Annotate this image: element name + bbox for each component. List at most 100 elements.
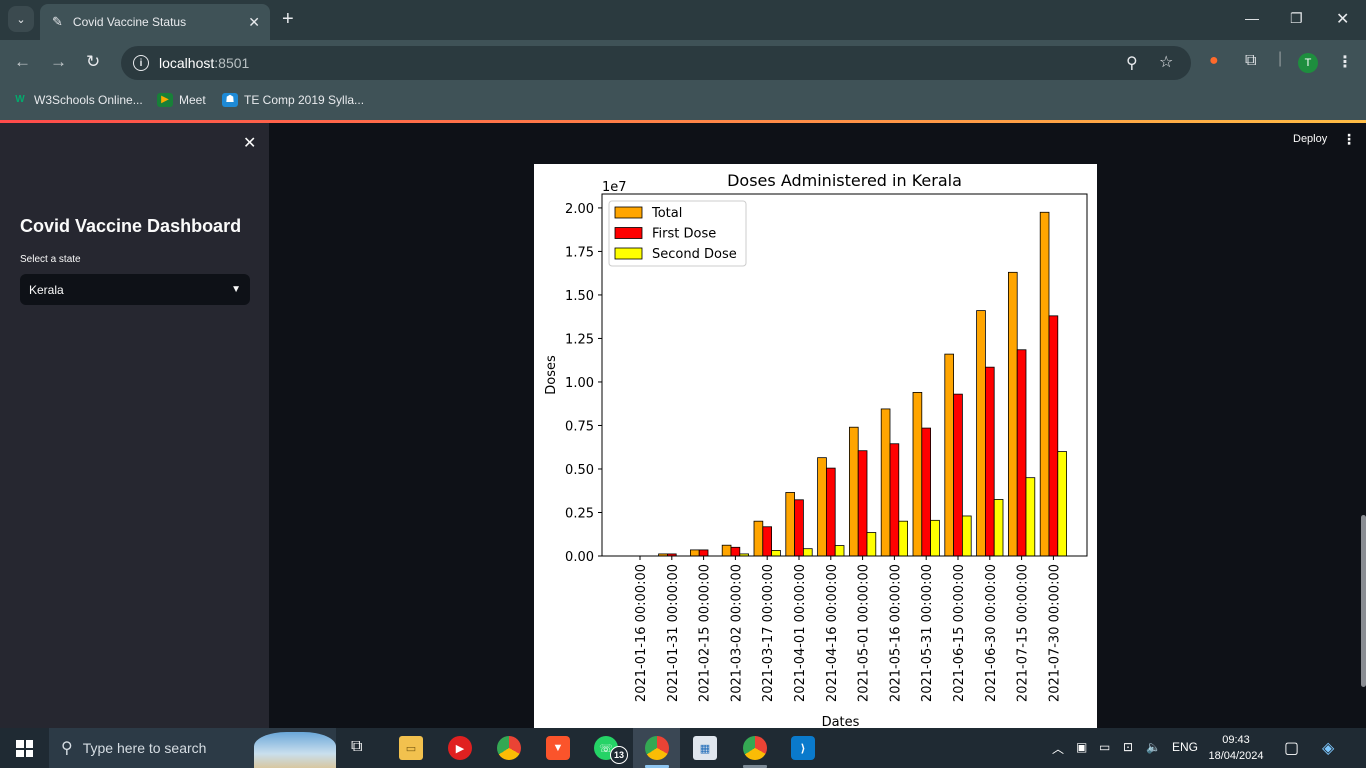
chart-figure: Doses Administered in Kerala 1e7 0.00 0.25 0… <box>534 164 1097 728</box>
x-tick-label: 2021-05-01 00:00:00 <box>857 564 872 702</box>
meet-now-icon[interactable]: ▣ <box>1076 740 1087 754</box>
chrome-profile-icon[interactable] <box>645 736 669 760</box>
bookmark-label: Meet <box>179 93 206 107</box>
bar-first-dose <box>921 427 931 557</box>
file-explorer-icon[interactable]: ▭ <box>399 736 423 760</box>
profile-avatar[interactable]: T <box>1298 53 1318 73</box>
bar-first-dose <box>825 467 836 557</box>
sidebar: ✕ Covid Vaccine Dashboard Select a state… <box>0 123 269 728</box>
bar-first-dose <box>1016 349 1027 557</box>
photos-icon[interactable]: ▦ <box>693 736 717 760</box>
site-info-icon[interactable]: i <box>133 55 149 71</box>
reload-icon[interactable]: ↻ <box>86 52 100 72</box>
chrome-icon[interactable] <box>497 736 521 760</box>
restore-icon[interactable]: ❐ <box>1290 10 1303 27</box>
bookmark-star-icon[interactable]: ☆ <box>1159 52 1173 72</box>
sidebar-close-icon[interactable]: ✕ <box>243 133 256 153</box>
browser-menu-icon[interactable]: ⋮ <box>1337 52 1353 72</box>
new-tab-icon[interactable]: + <box>282 8 294 31</box>
sidebar-title: Covid Vaccine Dashboard <box>20 216 242 236</box>
x-tick-label: 2021-05-16 00:00:00 <box>888 564 903 702</box>
legend-swatch <box>614 206 643 219</box>
taskbar: ⚲ Type here to search ⧉ ▭ ▶ ▼ ☏ 13 ▦ ⟩ ︿… <box>0 728 1366 768</box>
x-tick-label: 2021-07-15 00:00:00 <box>1016 564 1031 702</box>
bar-first-dose <box>1048 315 1059 557</box>
x-tick-label: 2021-01-31 00:00:00 <box>666 564 681 702</box>
back-arrow-icon[interactable]: ← <box>14 52 31 72</box>
chart-offset-label: 1e7 <box>602 180 627 195</box>
browser-toolbar: ← → ↻ i localhost :8501 ⚲ ☆ ● ⧉ | <box>0 40 1366 86</box>
address-bar[interactable]: i localhost :8501 <box>121 46 1191 80</box>
y-tick-label: 0.25 <box>565 506 594 521</box>
whatsapp-badge: 13 <box>610 746 628 764</box>
browser-tab-strip: ⌄ ✎ Covid Vaccine Status ✕ + — ❐ ✕ <box>0 0 1366 40</box>
bar-first-dose <box>889 443 900 557</box>
legend-label: First Dose <box>652 227 716 242</box>
bar-second-dose <box>866 532 877 557</box>
vscode-icon[interactable]: ⟩ <box>791 736 815 760</box>
copilot-icon[interactable]: ◈ <box>1322 738 1334 758</box>
clock-time: 09:43 <box>1222 734 1250 746</box>
bookmark-2[interactable]: ☗ TE Comp 2019 Sylla... <box>222 93 364 107</box>
taskbar-search[interactable]: ⚲ Type here to search <box>49 728 336 768</box>
y-tick-label: 0.50 <box>565 463 594 478</box>
brave-icon[interactable]: ▼ <box>546 736 570 760</box>
chevron-down-icon: ▼ <box>231 284 241 295</box>
legend-label: Second Dose <box>652 247 737 262</box>
bar-total <box>721 544 732 557</box>
clock[interactable]: 09:43 18/04/2024 <box>1204 732 1268 764</box>
chart-title: Doses Administered in Kerala <box>727 171 962 190</box>
bar-second-dose <box>802 548 813 557</box>
state-select[interactable]: Kerala ▼ <box>20 274 250 305</box>
youtube-music-icon[interactable]: ▶ <box>448 736 472 760</box>
legend-swatch <box>614 227 643 239</box>
tray-chevron-up-icon[interactable]: ︿ <box>1052 740 1064 757</box>
legend-label: Total <box>651 206 682 221</box>
network-icon[interactable]: ⊡ <box>1123 740 1133 754</box>
chrome-alt-icon[interactable] <box>743 736 767 760</box>
forward-arrow-icon[interactable]: → <box>50 52 67 72</box>
deploy-button[interactable]: Deploy <box>1293 133 1327 145</box>
bar-chart: Doses Administered in Kerala 1e7 0.00 0.25 0… <box>544 171 1088 728</box>
bar-total <box>944 353 954 557</box>
bar-first-dose <box>984 366 995 557</box>
x-tick-label: 2021-03-17 00:00:00 <box>761 564 776 702</box>
tab-search-chevron-icon[interactable]: ⌄ <box>8 6 34 32</box>
bar-second-dose <box>930 519 940 557</box>
bookmark-0[interactable]: W W3Schools Online... <box>12 93 143 107</box>
search-highlight-image <box>254 732 336 768</box>
screen: ⌄ ✎ Covid Vaccine Status ✕ + — ❐ ✕ ← → ↻… <box>0 0 1366 768</box>
extension-icon[interactable]: ● <box>1209 52 1219 70</box>
bar-total <box>1007 271 1018 557</box>
bookmarks-bar: W W3Schools Online... ▶ Meet ☗ TE Comp 2… <box>0 86 1366 120</box>
meet-icon: ▶ <box>157 93 173 107</box>
bookmark-label: W3Schools Online... <box>34 93 143 107</box>
browser-tab[interactable]: ✎ Covid Vaccine Status ✕ <box>40 4 270 40</box>
y-tick-label: 0.75 <box>565 419 594 434</box>
bar-total <box>1039 211 1050 557</box>
battery-icon[interactable]: ▭ <box>1099 740 1110 754</box>
notifications-icon[interactable]: ▢ <box>1284 738 1299 758</box>
minimize-icon[interactable]: — <box>1245 10 1259 26</box>
windows-start-icon[interactable] <box>16 740 33 757</box>
x-tick-label: 2021-04-01 00:00:00 <box>793 564 808 702</box>
extensions-puzzle-icon[interactable]: ⧉ <box>1245 52 1256 70</box>
bookmark-1[interactable]: ▶ Meet <box>157 93 206 107</box>
window-close-icon[interactable]: ✕ <box>1336 9 1349 29</box>
volume-icon[interactable]: 🔈 <box>1146 740 1161 754</box>
language-indicator[interactable]: ENG <box>1172 740 1198 754</box>
bar-second-dose <box>961 515 972 557</box>
bar-total <box>817 457 827 557</box>
bar-first-dose <box>953 393 963 557</box>
bar-first-dose <box>794 499 804 557</box>
zoom-icon[interactable]: ⚲ <box>1126 53 1138 73</box>
bar-second-dose <box>771 550 781 557</box>
bar-total <box>880 408 891 557</box>
y-tick-label: 1.25 <box>565 332 594 347</box>
main-scrollbar[interactable] <box>1361 515 1366 687</box>
x-tick-label: 2021-04-16 00:00:00 <box>825 564 840 702</box>
bar-second-dose <box>1025 477 1036 557</box>
tab-close-icon[interactable]: ✕ <box>248 14 260 31</box>
app-menu-icon[interactable]: ⋮ <box>1342 131 1356 148</box>
task-view-icon[interactable]: ⧉ <box>351 738 362 756</box>
